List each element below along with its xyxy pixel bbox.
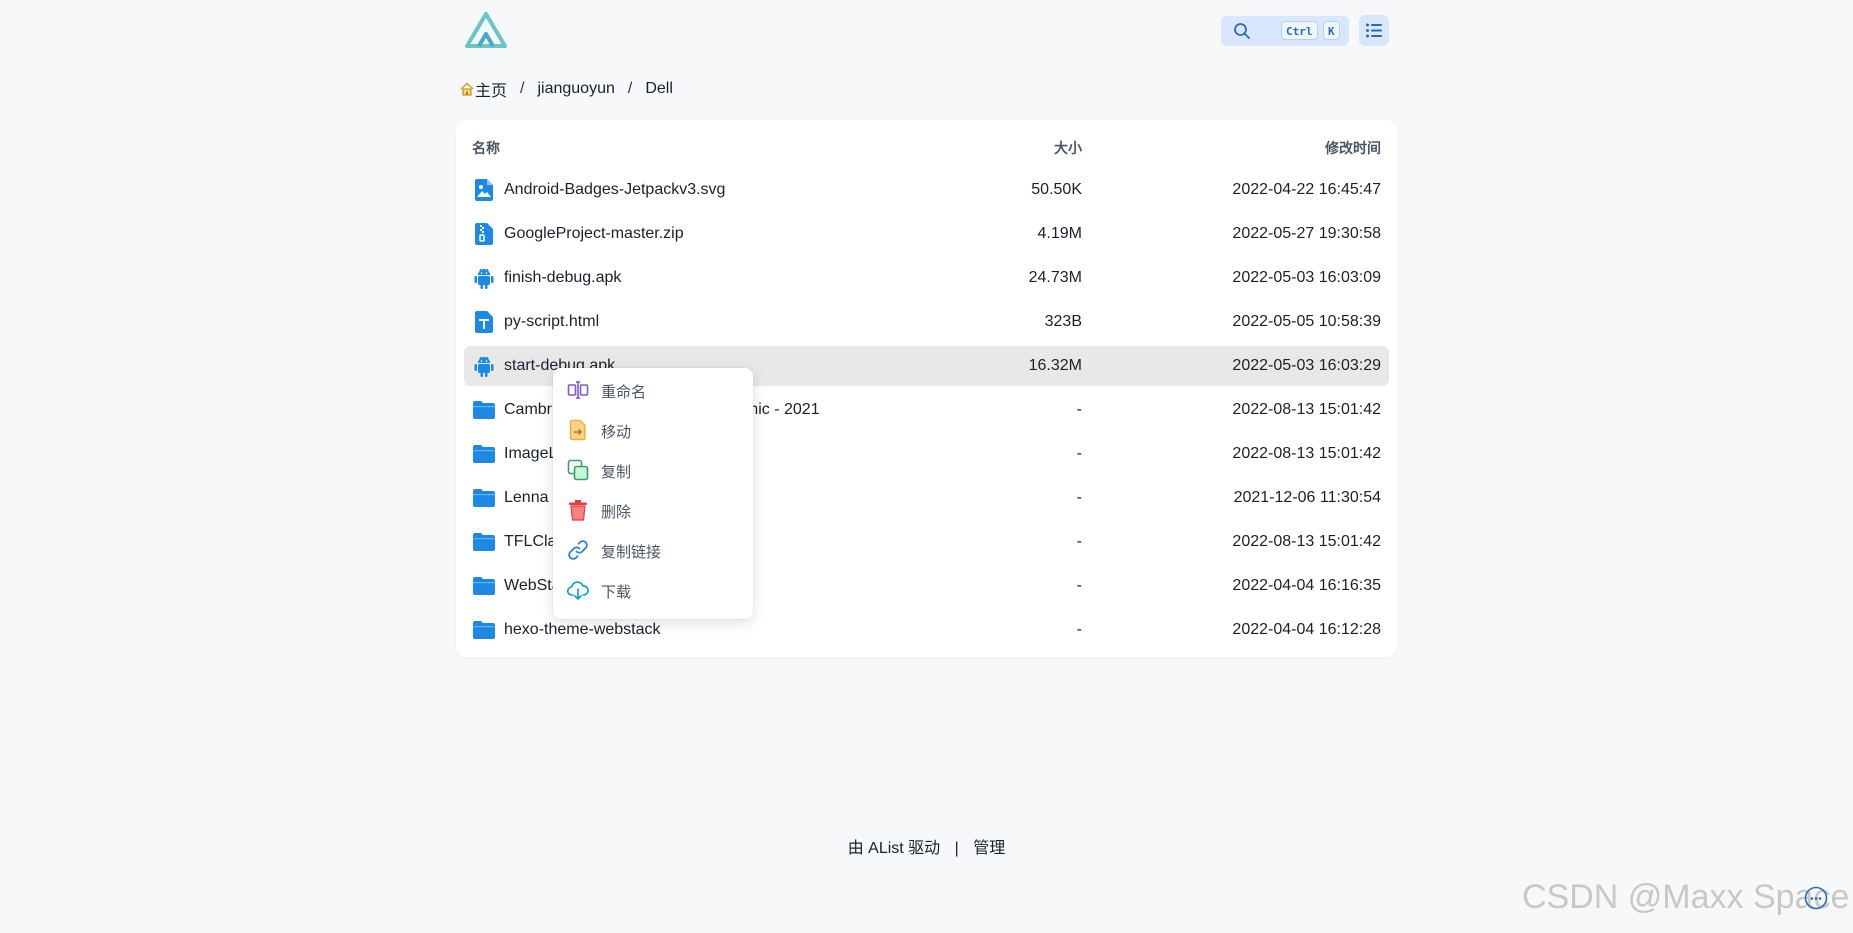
menu-item-label: 重命名 — [601, 384, 647, 401]
menu-item-copy[interactable]: 复制 — [565, 452, 741, 486]
file-name[interactable]: py-script.html — [504, 313, 599, 331]
file-modified: 2022-05-27 19:30:58 — [1232, 225, 1381, 242]
breadcrumb-item-jianguoyun[interactable]: jianguoyun — [537, 80, 614, 98]
breadcrumb-separator: / — [520, 80, 525, 97]
android-icon — [474, 268, 494, 289]
breadcrumb-home-label: 主页 — [475, 83, 508, 100]
file-row[interactable]: py-script.html 323B 2022-05-05 10:58:39 — [464, 302, 1389, 342]
layout-toggle-button[interactable] — [1359, 15, 1389, 46]
alist-logo[interactable] — [463, 10, 509, 50]
file-row[interactable]: GoogleProject-master.zip 4.19M 2022-05-2… — [464, 214, 1389, 254]
file-size: 16.32M — [1028, 357, 1082, 374]
folder-name[interactable]: hexo-theme-webstack — [504, 621, 661, 639]
menu-item-label: 删除 — [601, 504, 632, 521]
menu-item-rename[interactable]: 重命名 — [565, 372, 741, 406]
powered-by-link[interactable]: 由 AList 驱动 — [848, 840, 940, 857]
file-name[interactable]: GoogleProject-master.zip — [504, 225, 684, 243]
file-modified: 2021-12-06 11:30:54 — [1233, 489, 1381, 506]
search-box[interactable]: Ctrl K — [1221, 16, 1349, 46]
menu-item-label: 移动 — [601, 424, 632, 441]
delete-icon — [569, 500, 587, 521]
file-modified: 2022-08-13 15:01:42 — [1232, 401, 1381, 418]
menu-item-delete[interactable]: 删除 — [565, 492, 741, 526]
folder-name[interactable]: ImageL — [504, 445, 557, 463]
file-size: - — [1076, 533, 1082, 550]
file-modified: 2022-04-04 16:12:28 — [1232, 621, 1381, 638]
context-menu: 重命名 移动 复制 删除 复制链接 下载 — [553, 368, 753, 619]
folder-icon — [473, 401, 495, 419]
menu-item-copy-link[interactable]: 复制链接 — [565, 532, 741, 566]
column-header-name[interactable]: 名称 — [472, 138, 500, 158]
file-modified: 2022-08-13 15:01:42 — [1232, 533, 1381, 550]
footer: 由 AList 驱动 | 管理 — [0, 834, 1853, 858]
file-name[interactable]: Android-Badges-Jetpackv3.svg — [504, 181, 725, 199]
file-modified: 2022-08-13 15:01:42 — [1232, 445, 1381, 462]
copy-icon — [567, 459, 589, 481]
folder-icon — [473, 621, 495, 639]
list-icon — [1366, 23, 1382, 38]
file-size: - — [1076, 401, 1082, 418]
file-row[interactable]: finish-debug.apk 24.73M 2022-05-03 16:03… — [464, 258, 1389, 298]
file-size: 50.50K — [1031, 181, 1082, 198]
text-file-icon — [475, 311, 493, 333]
file-size: - — [1076, 445, 1082, 462]
move-icon — [569, 419, 586, 441]
folder-icon — [473, 489, 495, 507]
menu-item-label: 下载 — [601, 584, 632, 601]
android-icon — [474, 356, 494, 377]
home-icon — [460, 82, 474, 96]
file-modified: 2022-05-03 16:03:29 — [1232, 357, 1381, 374]
folder-icon — [473, 445, 495, 463]
breadcrumb-item-current[interactable]: Dell — [645, 80, 673, 98]
breadcrumb-home[interactable]: 主页 — [459, 77, 507, 101]
link-icon — [568, 540, 588, 560]
file-size: - — [1076, 577, 1082, 594]
file-size: 4.19M — [1037, 225, 1082, 242]
file-row[interactable]: Android-Badges-Jetpackv3.svg 50.50K 2022… — [464, 170, 1389, 210]
download-icon — [567, 581, 589, 600]
file-modified: 2022-05-03 16:03:09 — [1232, 269, 1381, 286]
image-file-icon — [475, 179, 493, 201]
menu-item-label: 复制链接 — [601, 544, 662, 561]
file-modified: 2022-05-05 10:58:39 — [1232, 313, 1381, 330]
menu-item-move[interactable]: 移动 — [565, 412, 741, 446]
manage-link[interactable]: 管理 — [973, 840, 1005, 857]
folder-name[interactable]: Lenna — [504, 489, 549, 507]
file-modified: 2022-04-04 16:16:35 — [1232, 577, 1381, 594]
file-size: 24.73M — [1028, 269, 1082, 286]
footer-separator: | — [954, 840, 959, 857]
breadcrumb-separator: / — [627, 80, 633, 97]
folder-name[interactable]: Cambr — [504, 401, 552, 419]
file-size: - — [1076, 489, 1082, 506]
folder-icon — [473, 533, 495, 551]
column-header-modified[interactable]: 修改时间 — [1325, 138, 1381, 158]
shortcut-key-ctrl: Ctrl — [1281, 21, 1318, 40]
file-size: 323B — [1044, 313, 1082, 330]
menu-item-download[interactable]: 下载 — [565, 572, 741, 606]
watermark: CSDN @Maxx Space — [1522, 878, 1850, 916]
file-modified: 2022-04-22 16:45:47 — [1232, 181, 1381, 198]
column-header-size[interactable]: 大小 — [1054, 138, 1082, 158]
chat-icon[interactable] — [1804, 886, 1828, 910]
breadcrumb: 主页 / jianguoyun / Dell — [459, 78, 673, 100]
shortcut-key-k: K — [1323, 21, 1340, 40]
menu-item-label: 复制 — [601, 464, 632, 481]
search-icon — [1234, 23, 1250, 39]
zip-file-icon — [475, 223, 493, 245]
rename-icon — [567, 381, 589, 399]
folder-icon — [473, 577, 495, 595]
file-size: - — [1076, 621, 1082, 638]
folder-name[interactable]: TFLCla — [504, 533, 556, 551]
file-name[interactable]: finish-debug.apk — [504, 269, 621, 287]
